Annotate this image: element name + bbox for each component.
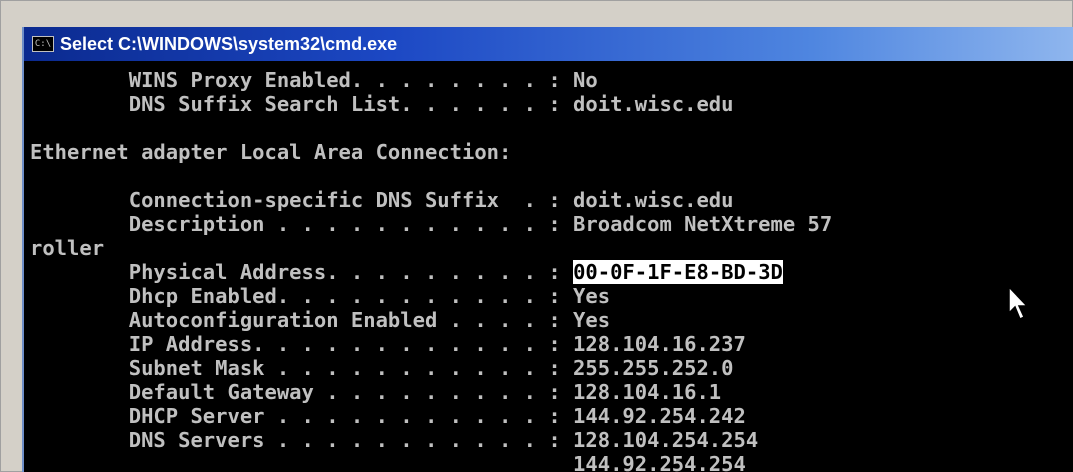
console-line: Connection-specific DNS Suffix . : doit.…: [30, 188, 734, 212]
cmd-window: C:\ Select C:\WINDOWS\system32\cmd.exe W…: [22, 27, 1073, 472]
console-line: Autoconfiguration Enabled . . . . : Yes: [30, 308, 611, 332]
console-line: Subnet Mask . . . . . . . . . . . : 255.…: [30, 356, 734, 380]
mouse-pointer-icon: [1008, 286, 1029, 321]
console-line: DNS Suffix Search List. . . . . . : doit…: [30, 92, 734, 116]
console-line: IP Address. . . . . . . . . . . . : 128.…: [30, 332, 746, 356]
console-line: Dhcp Enabled. . . . . . . . . . . : Yes: [30, 284, 611, 308]
cmd-icon[interactable]: C:\: [32, 36, 54, 52]
title-bar[interactable]: C:\ Select C:\WINDOWS\system32\cmd.exe: [24, 27, 1073, 61]
console-line: roller: [30, 236, 105, 260]
selected-mac-address[interactable]: 00-0F-1F-E8-BD-3D: [573, 260, 783, 284]
console-line-physical-address: Physical Address. . . . . . . . . : 00-0…: [30, 260, 1073, 284]
console-line-text: Physical Address. . . . . . . . . :: [30, 260, 574, 284]
console-line: Ethernet adapter Local Area Connection:: [30, 140, 512, 164]
console-line: DNS Servers . . . . . . . . . . . : 128.…: [30, 428, 759, 452]
console-line: Default Gateway . . . . . . . . . : 128.…: [30, 380, 722, 404]
window-title: Select C:\WINDOWS\system32\cmd.exe: [60, 33, 398, 54]
console-line: DHCP Server . . . . . . . . . . . : 144.…: [30, 404, 746, 428]
console-line: Description . . . . . . . . . . . : Broa…: [30, 212, 833, 236]
console-line: 144.92.254.254: [30, 452, 746, 472]
console-output[interactable]: WINS Proxy Enabled. . . . . . . . : No D…: [24, 61, 1073, 472]
console-line: WINS Proxy Enabled. . . . . . . . : No: [30, 68, 598, 92]
